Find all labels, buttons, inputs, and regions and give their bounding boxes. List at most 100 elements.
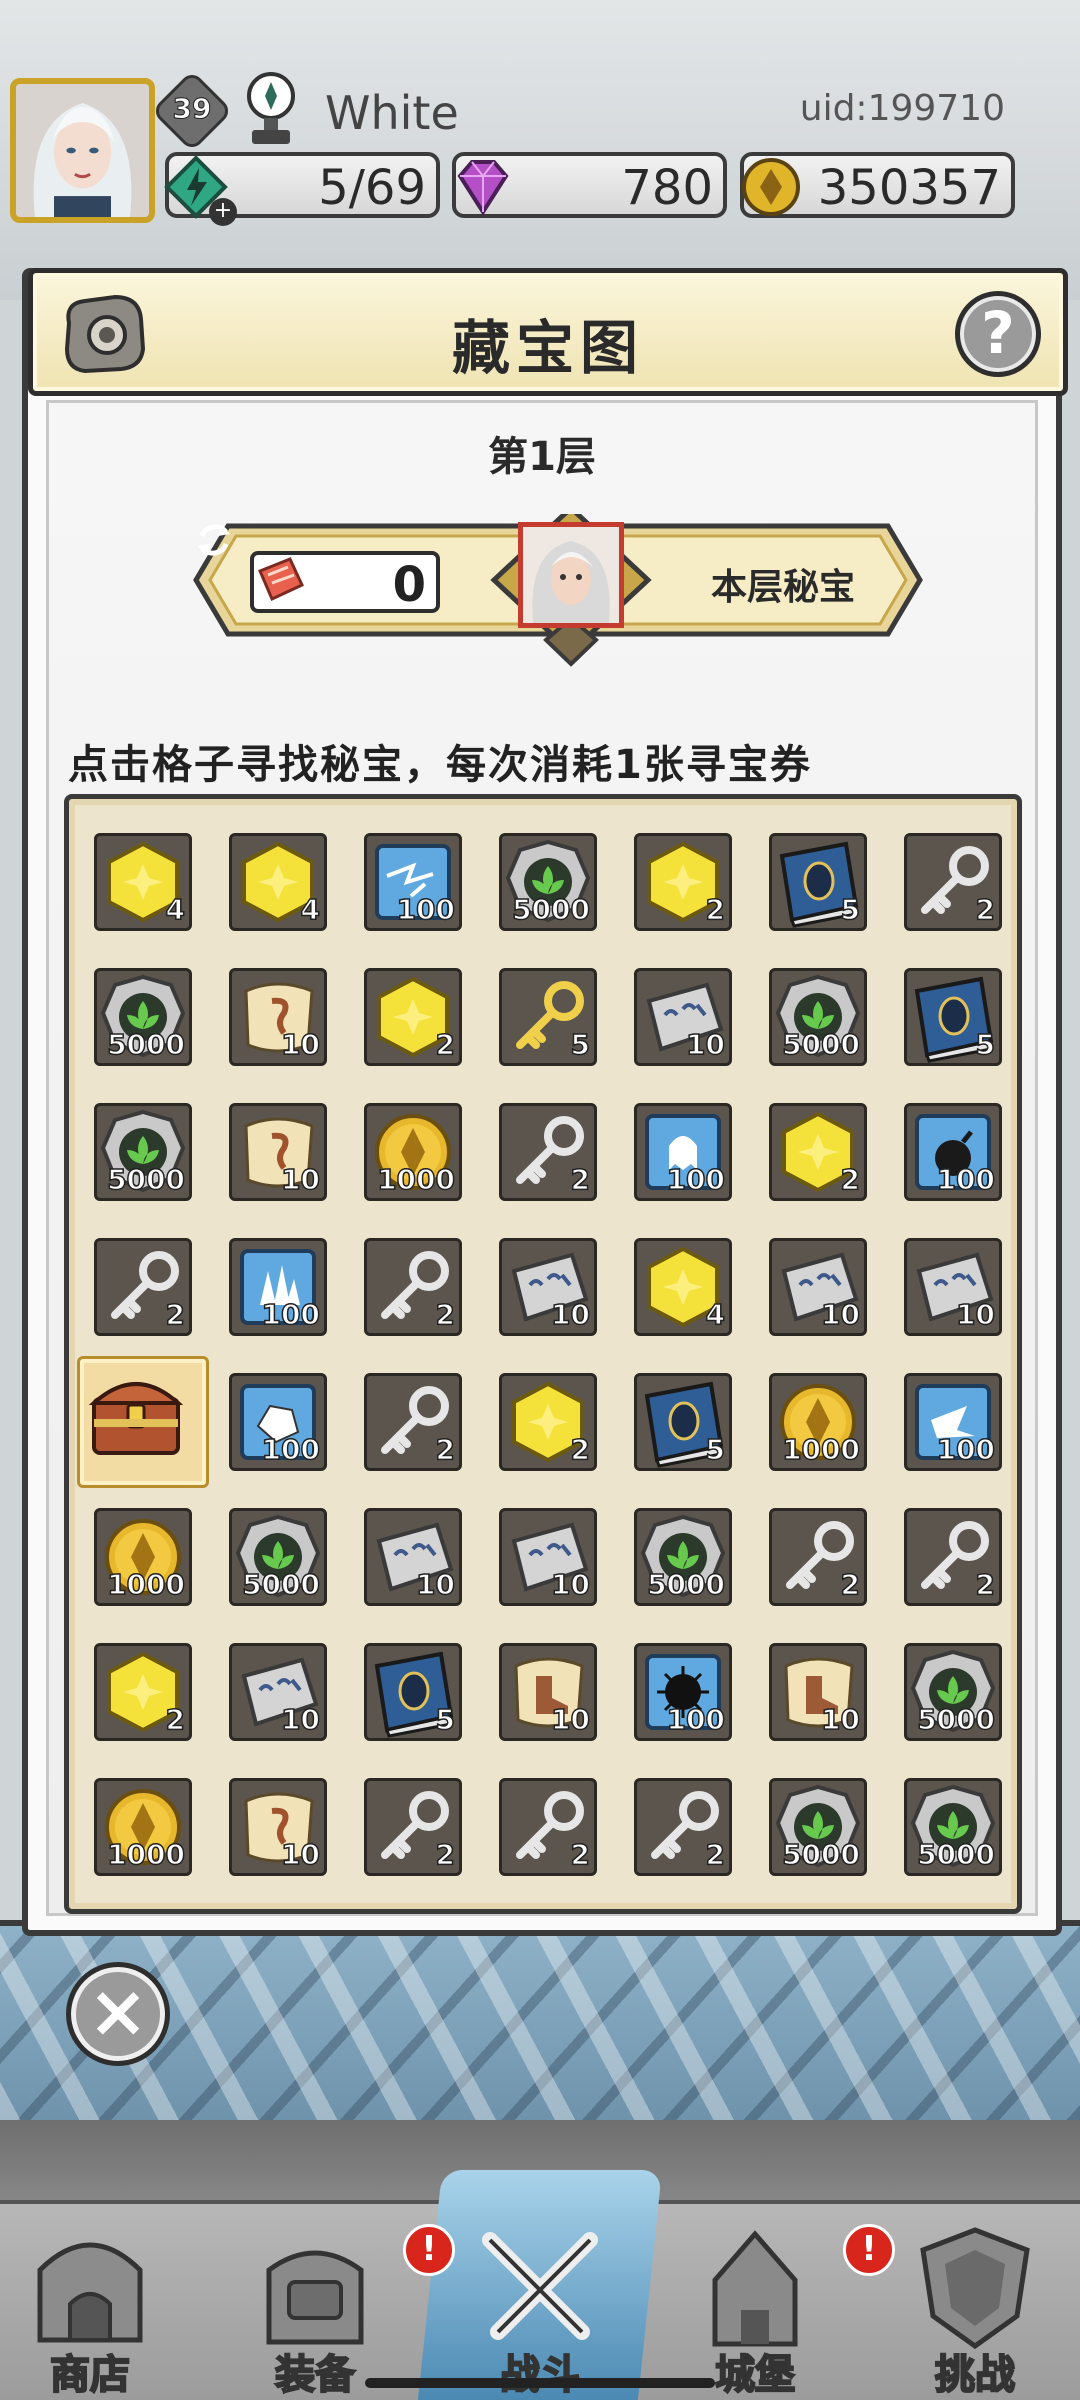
item-quantity: 5000 (106, 1027, 185, 1062)
nav-backpack[interactable]: 装备 (225, 2220, 405, 2400)
grid-cell[interactable]: 5000 (634, 1508, 732, 1606)
nav-castle[interactable]: 城堡 (665, 2220, 845, 2400)
notification-badge: ! (403, 2224, 455, 2276)
grid-cell[interactable]: 100 (229, 1238, 327, 1336)
player-uid: uid:199710 (799, 88, 1005, 129)
gold-coin-icon (742, 158, 800, 216)
grid-cell[interactable]: 5000 (499, 833, 597, 931)
grid-cell[interactable]: 100 (634, 1103, 732, 1201)
add-energy-icon[interactable]: + (209, 198, 237, 226)
grid-cell[interactable]: 10 (229, 1103, 327, 1201)
grid-cell[interactable]: 5000 (94, 1103, 192, 1201)
grid-cell[interactable]: 10 (769, 1238, 867, 1336)
grid-cell[interactable]: 2 (634, 1778, 732, 1876)
item-quantity: 1000 (781, 1432, 860, 1467)
nav-crossed-swords[interactable]: 战斗 (450, 2220, 630, 2400)
grid-cell[interactable]: 100 (364, 833, 462, 931)
grid-cell[interactable]: 2 (634, 833, 732, 931)
treasure-ticket-icon (258, 557, 304, 602)
grid-cell[interactable]: 5000 (904, 1643, 1002, 1741)
item-quantity: 100 (666, 1702, 726, 1737)
grid-cell[interactable]: 2 (364, 968, 462, 1066)
item-quantity: 2 (570, 1162, 591, 1197)
nav-shop[interactable]: 商店 (0, 2220, 180, 2400)
help-button[interactable]: ? (955, 291, 1041, 377)
grid-cell[interactable]: 10 (229, 1778, 327, 1876)
grid-cell[interactable]: 10 (499, 1643, 597, 1741)
grid-cell[interactable]: 2 (499, 1373, 597, 1471)
item-quantity: 2 (435, 1297, 456, 1332)
castle-icon (712, 2230, 798, 2347)
grid-cell[interactable]: 10 (499, 1238, 597, 1336)
item-quantity: 5000 (511, 892, 590, 927)
grid-cell[interactable]: 5 (904, 968, 1002, 1066)
item-quantity: 100 (936, 1162, 996, 1197)
grid-cell[interactable]: 10 (364, 1508, 462, 1606)
item-quantity: 2 (975, 1567, 996, 1602)
grid-cell[interactable]: 2 (364, 1238, 462, 1336)
grid-cell[interactable]: 5000 (94, 968, 192, 1066)
panel-title: 藏宝图 (451, 314, 644, 382)
swap-refresh-icon[interactable] (188, 514, 240, 566)
grid-cell[interactable]: 5 (769, 833, 867, 931)
item-quantity: 1000 (106, 1567, 185, 1602)
item-quantity: 10 (280, 1702, 320, 1737)
gold-value: 350357 (817, 160, 1001, 216)
grid-cell[interactable]: 100 (904, 1103, 1002, 1201)
item-quantity: 1000 (106, 1837, 185, 1872)
grid-cell[interactable]: 10 (769, 1643, 867, 1741)
grid-cell-chest[interactable] (77, 1356, 209, 1488)
item-quantity: 2 (165, 1702, 186, 1737)
item-quantity: 5000 (916, 1837, 995, 1872)
grid-cell[interactable]: 2 (499, 1778, 597, 1876)
grid-cell[interactable]: 2 (904, 1508, 1002, 1606)
instruction-text: 点击格子寻找秘宝，每次消耗1张寻宝券 (68, 742, 812, 788)
grid-cell[interactable]: 5 (634, 1373, 732, 1471)
item-quantity: 1000 (376, 1162, 455, 1197)
grid-cell[interactable]: 100 (229, 1373, 327, 1471)
gold-counter[interactable]: 350357 (740, 152, 1015, 218)
player-avatar[interactable] (10, 78, 155, 223)
home-indicator (365, 2378, 715, 2388)
grid-cell[interactable]: 100 (904, 1373, 1002, 1471)
grid-cell[interactable]: 2 (499, 1103, 597, 1201)
grid-cell[interactable]: 4 (229, 833, 327, 931)
grid-cell[interactable]: 100 (634, 1643, 732, 1741)
grid-cell[interactable]: 10 (229, 1643, 327, 1741)
grid-cell[interactable]: 2 (364, 1373, 462, 1471)
grid-cell[interactable]: 5000 (904, 1778, 1002, 1876)
item-quantity: 4 (300, 892, 321, 927)
grid-cell[interactable]: 2 (769, 1508, 867, 1606)
trophy-icon[interactable] (240, 70, 302, 148)
grid-cell[interactable]: 4 (634, 1238, 732, 1336)
close-button[interactable]: × (66, 1962, 170, 2066)
energy-counter[interactable]: + 5/69 (164, 152, 440, 226)
grid-cell[interactable]: 5000 (769, 1778, 867, 1876)
grid-cell[interactable]: 1000 (94, 1508, 192, 1606)
grid-cell[interactable]: 5 (499, 968, 597, 1066)
grid-cell[interactable]: 10 (229, 968, 327, 1066)
grid-cell[interactable]: 4 (94, 833, 192, 931)
grid-cell[interactable]: 2 (904, 833, 1002, 931)
grid-cell[interactable]: 5000 (769, 968, 867, 1066)
gem-counter[interactable]: 780 (452, 152, 727, 218)
grid-cell[interactable]: 10 (634, 968, 732, 1066)
grid-cell[interactable]: 2 (769, 1103, 867, 1201)
grid-cell[interactable]: 2 (94, 1643, 192, 1741)
item-quantity: 4 (705, 1297, 726, 1332)
grid-cell[interactable]: 2 (94, 1238, 192, 1336)
grid-cell[interactable]: 10 (904, 1238, 1002, 1336)
grid-cell[interactable]: 5000 (229, 1508, 327, 1606)
grid-cell[interactable]: 2 (364, 1778, 462, 1876)
nav-shield[interactable]: 挑战 (885, 2220, 1065, 2400)
grid-cell[interactable]: 1000 (94, 1778, 192, 1876)
item-quantity: 2 (705, 1837, 726, 1872)
floor-secret-hero-portrait[interactable] (518, 522, 624, 628)
grid-cell[interactable]: 1000 (364, 1103, 462, 1201)
item-quantity: 10 (280, 1162, 320, 1197)
item-quantity: 5000 (781, 1027, 860, 1062)
grid-cell[interactable]: 1000 (769, 1373, 867, 1471)
grid-cell[interactable]: 10 (499, 1508, 597, 1606)
item-quantity: 2 (570, 1837, 591, 1872)
grid-cell[interactable]: 5 (364, 1643, 462, 1741)
